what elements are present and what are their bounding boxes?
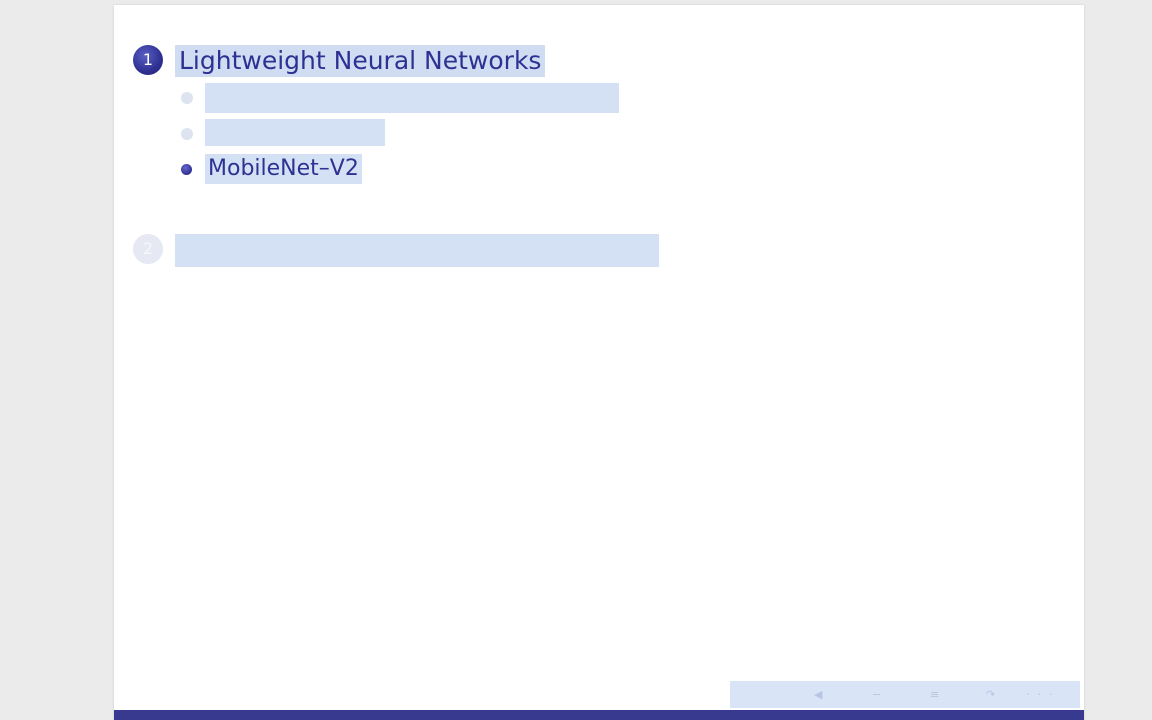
nav-more-icon[interactable]: ··· <box>1026 681 1061 708</box>
subsection-3-bullet-icon <box>181 164 192 175</box>
subsection-1-bullet-icon <box>181 92 193 104</box>
slide: 1 Lightweight Neural Networks MobileNet–… <box>114 5 1084 720</box>
presentation-viewer: 1 Lightweight Neural Networks MobileNet–… <box>0 0 1152 720</box>
subsection-3-link[interactable]: MobileNet–V2 <box>205 154 362 184</box>
subsection-2-bullet-icon <box>181 128 193 140</box>
nav-find-icon[interactable]: ↷ <box>986 681 995 708</box>
subsection-1-link[interactable] <box>205 83 619 113</box>
section-2-title[interactable] <box>175 234 659 267</box>
nav-section-icon[interactable]: ≡ <box>930 681 939 708</box>
beamer-navigation-bar: ◀ − ≡ ↷ ··· <box>730 681 1080 708</box>
nav-frame-prev-icon[interactable]: ◀ <box>814 681 822 708</box>
section-1-title[interactable]: Lightweight Neural Networks <box>175 45 546 77</box>
subsection-2-link[interactable] <box>205 119 385 146</box>
nav-subsection-icon[interactable]: − <box>872 681 881 708</box>
section-2-number-badge: 2 <box>133 234 163 264</box>
section-1-number-badge: 1 <box>133 45 163 75</box>
slide-footer <box>114 710 1084 720</box>
